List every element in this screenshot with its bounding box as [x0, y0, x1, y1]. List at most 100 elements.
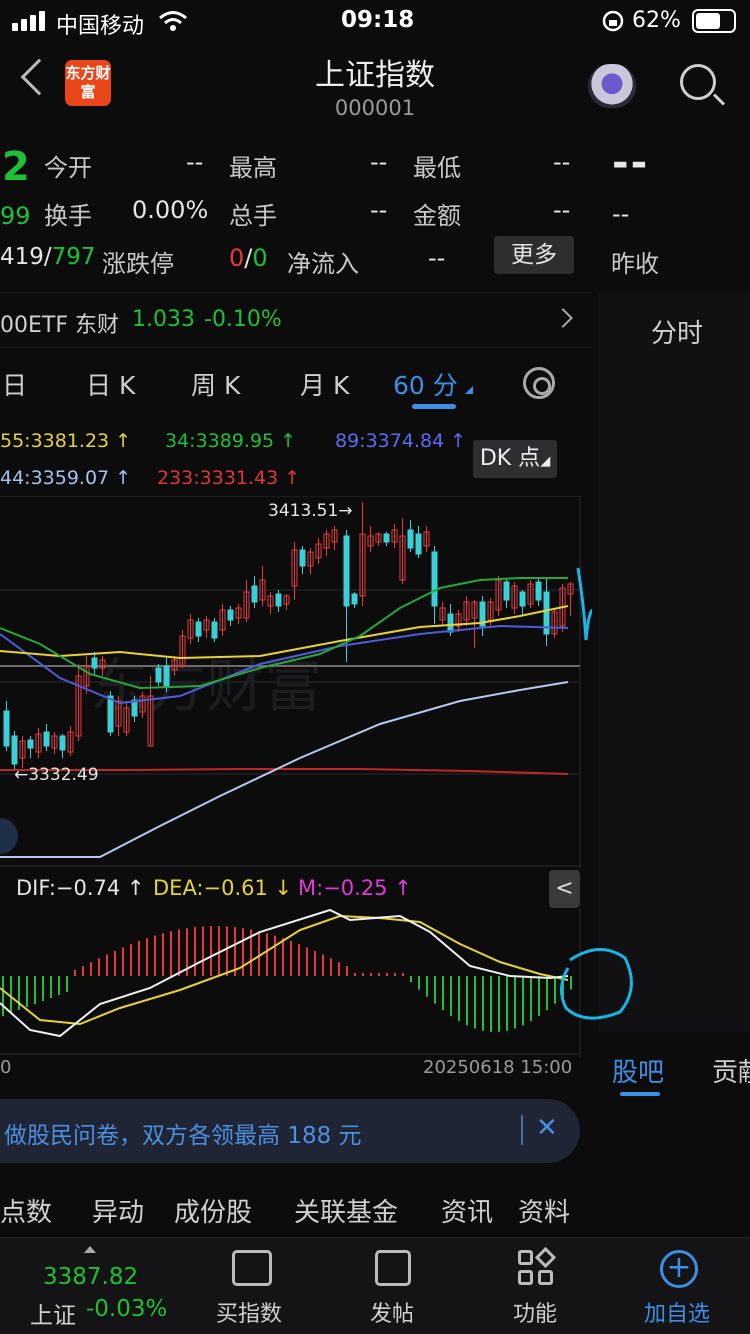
macd-bar — [418, 976, 420, 990]
macd-bar — [546, 976, 548, 1011]
macd-bar — [554, 976, 556, 1004]
macd-bar — [370, 973, 372, 976]
volume-label: 总手 — [229, 202, 277, 230]
macd-bar — [106, 954, 108, 976]
side-bottom-tabs: 股吧 贡献 — [598, 1032, 750, 1102]
tab-related-funds[interactable]: 关联基金 — [294, 1192, 398, 1229]
macd-bar — [402, 973, 404, 976]
macd-bar — [306, 947, 308, 976]
candle-body — [195, 621, 202, 637]
dk-point-button[interactable]: DK 点◢ — [473, 440, 557, 478]
candlestick-chart[interactable]: 东方财富 3413.51→ ←3332.49 — [0, 496, 592, 868]
netflow-label: 净流入 — [287, 250, 359, 278]
clock: 09:18 — [341, 7, 415, 33]
robot-assistant-icon[interactable] — [588, 64, 636, 108]
macd-bar — [290, 941, 292, 976]
macd-bar — [2, 976, 4, 1016]
macd-bar — [410, 976, 412, 982]
macd-bar — [154, 935, 156, 976]
macd-bar — [162, 933, 164, 976]
dropdown-triangle-icon — [465, 386, 473, 394]
candle-body — [43, 731, 50, 747]
edit-icon — [375, 1250, 411, 1286]
candle-body — [299, 549, 306, 567]
bottom-nav: 3387.82 上证 -0.03% 买指数 发帖 功能 + 加自选 — [0, 1237, 750, 1334]
macd-bar — [394, 973, 396, 976]
settings-gear-icon[interactable] — [523, 367, 555, 399]
nav-add-watchlist[interactable]: + 加自选 — [620, 1238, 740, 1334]
ma144-label: 44:3359.07 ↑ — [0, 467, 132, 489]
index-name: 上证 — [30, 1303, 76, 1329]
candle-body — [27, 739, 34, 749]
macd-bar — [170, 931, 172, 976]
high-value: -- — [370, 148, 388, 176]
macd-bar — [442, 976, 444, 1011]
amount-value: -- — [553, 196, 571, 224]
tab-60min[interactable]: 60 分 — [393, 366, 458, 402]
high-annotation: 3413.51→ — [268, 501, 353, 521]
status-bar: 中国移动 09:18 62% — [0, 0, 750, 42]
macd-bar — [242, 928, 244, 976]
macd-bar — [146, 938, 148, 976]
macd-bar — [522, 976, 524, 1026]
etf-row[interactable]: 00ETF 东财 1.033 -0.10% — [0, 292, 592, 348]
nav-post[interactable]: 发帖 — [340, 1238, 450, 1334]
tab-daily-k[interactable]: 日 K — [86, 366, 135, 402]
side-tab-intraday[interactable]: 分时 — [651, 313, 703, 350]
tab-anomaly[interactable]: 异动 — [92, 1192, 144, 1229]
dea-label: DEA:−0.61 ↓ — [153, 876, 293, 900]
macd-bar — [362, 973, 364, 976]
nav-functions[interactable]: 功能 — [480, 1238, 590, 1334]
more-button[interactable]: 更多 — [494, 236, 574, 274]
macd-bar — [514, 976, 516, 1029]
tab-contribution[interactable]: 贡献 — [712, 1052, 750, 1089]
candle-body — [227, 609, 234, 621]
candle-body — [519, 591, 526, 607]
tab-guba[interactable]: 股吧 — [612, 1052, 664, 1089]
close-icon[interactable]: ✕ — [536, 1113, 558, 1143]
macd-bar — [50, 976, 52, 998]
collapse-button[interactable]: < — [549, 870, 580, 908]
macd-bar — [490, 976, 492, 1032]
macd-bar — [138, 941, 140, 976]
candle-body — [91, 657, 98, 669]
candle-body — [383, 533, 390, 543]
high-label: 最高 — [229, 154, 277, 182]
macd-bar — [386, 973, 388, 976]
survey-banner[interactable]: 做股民问卷，双方各领最高 188 元 ✕ — [0, 1099, 580, 1163]
tab-constituents[interactable]: 成份股 — [174, 1192, 252, 1229]
volume-value: -- — [370, 196, 388, 224]
candle-body — [535, 581, 542, 601]
macd-bar — [466, 976, 468, 1026]
nav-buy-index[interactable]: 买指数 — [200, 1238, 310, 1334]
macd-bar — [426, 976, 428, 997]
tab-monthly-k[interactable]: 月 K — [300, 366, 349, 402]
tab-profile[interactable]: 资料 — [518, 1192, 570, 1229]
candle-body — [503, 581, 510, 601]
ma233-label: 233:3331.43 ↑ — [157, 467, 301, 489]
candle-body — [275, 593, 282, 607]
search-icon[interactable] — [680, 64, 716, 100]
content-tabs: 点数 异动 成份股 关联基金 资讯 资料 — [0, 1192, 592, 1232]
tab-day-partial[interactable]: 日 — [2, 366, 27, 402]
battery-icon — [692, 9, 736, 33]
turnover-label: 换手 — [44, 202, 92, 230]
price-fragment: 2 — [2, 144, 30, 190]
m-label: M:−0.25 ↑ — [298, 876, 412, 900]
macd-bar — [298, 944, 300, 976]
chevron-right-icon — [553, 308, 573, 328]
macd-chart[interactable] — [0, 908, 640, 1058]
change-fragment: 99 — [0, 202, 31, 230]
tab-points[interactable]: 点数 — [0, 1192, 52, 1229]
side-price: -- — [612, 140, 650, 186]
macd-legend: DIF:−0.74 ↑ DEA:−0.61 ↓ M:−0.25 ↑ — [0, 870, 580, 908]
macd-bar — [498, 976, 500, 1032]
tab-weekly-k[interactable]: 周 K — [191, 366, 240, 402]
candle-body — [3, 710, 10, 747]
guba-indicator — [620, 1092, 660, 1096]
tab-news[interactable]: 资讯 — [441, 1192, 493, 1229]
macd-bar — [74, 970, 76, 976]
macd-bar — [194, 927, 196, 976]
macd-bar — [34, 976, 36, 1004]
axis-date-label: 20250618 15:00 — [423, 1057, 573, 1078]
